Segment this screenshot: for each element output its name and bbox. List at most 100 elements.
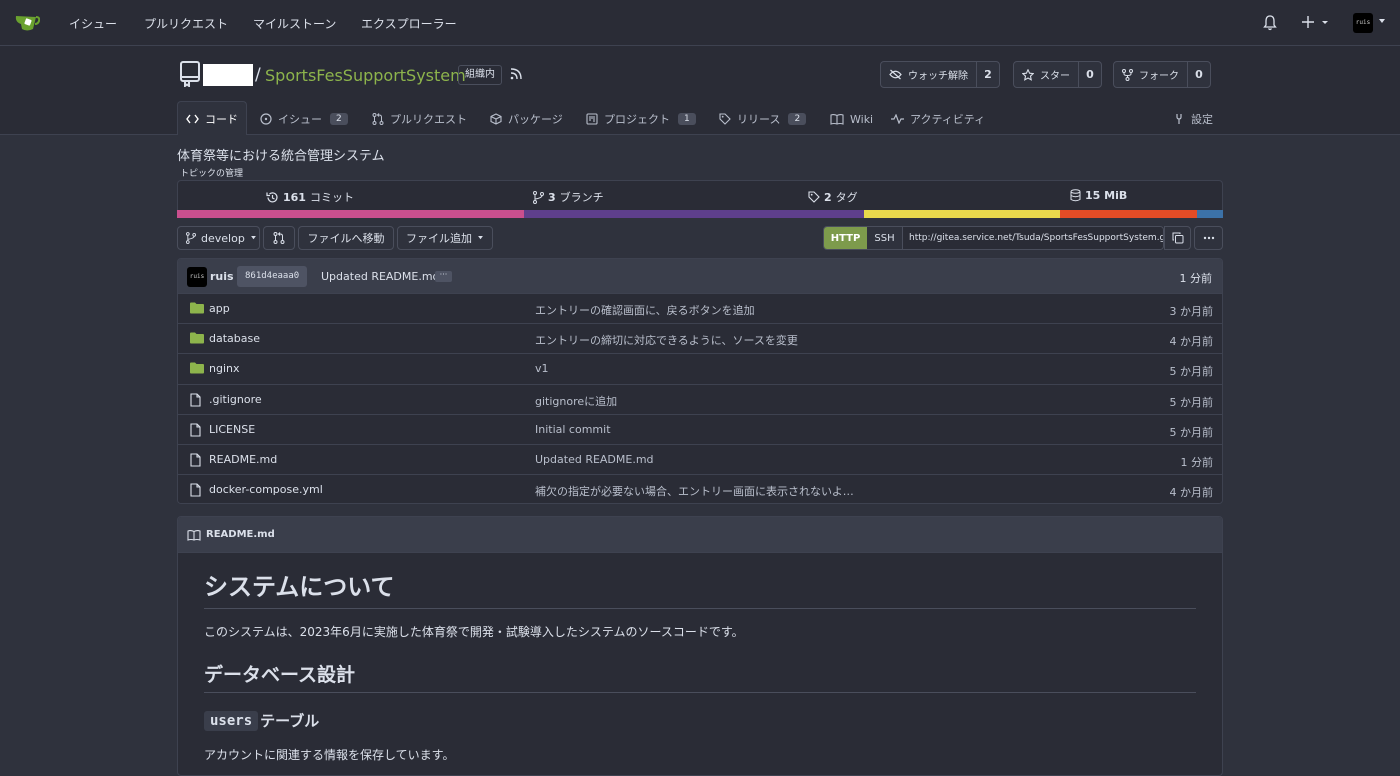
tab-packages[interactable]: パッケージ bbox=[490, 104, 563, 134]
file-commit-message[interactable]: エントリーの締切に対応できるように、ソースを変更 bbox=[535, 332, 798, 348]
visibility-badge: 組織内 bbox=[458, 65, 502, 85]
gitea-logo-icon[interactable] bbox=[14, 11, 40, 33]
pulse-icon bbox=[891, 114, 904, 124]
tab-pull-requests-label: プルリクエスト bbox=[390, 113, 467, 126]
add-file-button[interactable]: ファイル追加 bbox=[397, 226, 493, 250]
http-toggle[interactable]: HTTP bbox=[824, 227, 867, 249]
commit-author[interactable]: ruis bbox=[210, 270, 234, 283]
nav-milestones[interactable]: マイルストーン bbox=[253, 15, 336, 32]
tab-activity[interactable]: アクティビティ bbox=[891, 104, 985, 134]
file-name[interactable]: database bbox=[209, 332, 260, 345]
nav-pull-requests[interactable]: プルリクエスト bbox=[144, 15, 228, 32]
star-count[interactable]: 0 bbox=[1079, 62, 1101, 87]
tab-packages-label: パッケージ bbox=[508, 113, 563, 126]
file-name[interactable]: app bbox=[209, 302, 230, 315]
file-row[interactable]: .gitignore gitignoreに追加 5 か月前 bbox=[178, 384, 1222, 415]
tab-issues-count: 2 bbox=[330, 113, 348, 125]
commit-author-avatar[interactable]: ruis bbox=[187, 267, 207, 287]
compare-button[interactable] bbox=[263, 226, 295, 250]
bell-icon[interactable] bbox=[1263, 15, 1277, 31]
tab-wiki[interactable]: Wiki bbox=[830, 104, 873, 134]
file-name[interactable]: nginx bbox=[209, 362, 240, 375]
tab-pull-requests[interactable]: プルリクエスト bbox=[372, 104, 467, 134]
book-icon bbox=[187, 529, 201, 541]
language-segment[interactable] bbox=[864, 210, 1060, 218]
file-row[interactable]: database エントリーの締切に対応できるように、ソースを変更 4 か月前 bbox=[178, 324, 1222, 355]
commit-sha[interactable]: 861d4eaaa0 bbox=[237, 266, 308, 287]
file-commit-message[interactable]: Updated README.md bbox=[535, 453, 654, 466]
fork-button[interactable]: フォーク bbox=[1114, 62, 1188, 87]
star-label: スター bbox=[1040, 71, 1070, 82]
repo-name[interactable]: SportsFesSupportSystem bbox=[265, 66, 466, 85]
file-name[interactable]: .gitignore bbox=[209, 393, 262, 406]
file-icon bbox=[190, 453, 201, 467]
create-menu-plus-icon[interactable] bbox=[1302, 15, 1330, 29]
tags-stat[interactable]: 2 タグ bbox=[808, 189, 858, 205]
commit-message[interactable]: Updated README.md bbox=[321, 270, 440, 283]
clone-url-input[interactable]: http://gitea.service.net/Tsuda/SportsFes… bbox=[903, 227, 1163, 249]
file-name[interactable]: README.md bbox=[209, 453, 277, 466]
repo-owner[interactable] bbox=[203, 64, 253, 86]
book-icon bbox=[830, 113, 844, 125]
nav-issues[interactable]: イシュー bbox=[69, 15, 117, 32]
language-bar[interactable] bbox=[177, 210, 1223, 218]
tab-code[interactable]: コード bbox=[177, 101, 247, 135]
language-segment[interactable] bbox=[177, 210, 525, 218]
file-row[interactable]: nginx v1 5 か月前 bbox=[178, 354, 1222, 385]
file-commit-message[interactable]: Initial commit bbox=[535, 423, 611, 436]
file-icon bbox=[190, 423, 201, 437]
tab-wiki-label: Wiki bbox=[850, 112, 874, 126]
tags-label: タグ bbox=[835, 191, 858, 204]
language-segment[interactable] bbox=[1196, 210, 1223, 218]
language-segment[interactable] bbox=[524, 210, 865, 218]
readme-filename[interactable]: README.md bbox=[206, 529, 275, 540]
unwatch-button[interactable]: ウォッチ解除 bbox=[881, 62, 977, 87]
manage-topics-link[interactable]: トピックの管理 bbox=[180, 166, 243, 179]
size-stat: 15 MiB bbox=[1070, 189, 1127, 202]
tab-releases[interactable]: リリース 2 bbox=[719, 104, 807, 134]
file-commit-time: 3 か月前 bbox=[1169, 305, 1214, 318]
copy-url-button[interactable] bbox=[1164, 226, 1191, 250]
rss-icon[interactable] bbox=[510, 68, 522, 80]
file-row[interactable]: app エントリーの確認画面に、戻るボタンを追加 3 か月前 bbox=[178, 294, 1222, 325]
tab-projects[interactable]: プロジェクト 1 bbox=[586, 104, 696, 134]
fork-count[interactable]: 0 bbox=[1188, 62, 1210, 87]
file-commit-message[interactable]: エントリーの確認画面に、戻るボタンを追加 bbox=[535, 302, 755, 318]
file-commit-time: 4 か月前 bbox=[1169, 335, 1214, 349]
user-avatar[interactable]: ruis bbox=[1353, 13, 1373, 33]
chevron-down-icon[interactable] bbox=[1378, 19, 1386, 24]
file-name[interactable]: LICENSE bbox=[209, 423, 255, 436]
tab-issues[interactable]: イシュー 2 bbox=[260, 104, 348, 134]
nav-explore[interactable]: エクスプローラー bbox=[361, 15, 457, 32]
code-icon bbox=[186, 114, 199, 124]
readme-paragraph-2: アカウントに関連する情報を保存しています。 bbox=[204, 748, 455, 762]
branches-stat[interactable]: 3 ブランチ bbox=[533, 189, 604, 205]
readme-heading-1: システムについて bbox=[204, 567, 1196, 609]
file-name[interactable]: docker-compose.yml bbox=[209, 483, 323, 496]
branch-selector[interactable]: develop bbox=[177, 226, 260, 250]
branches-count: 3 bbox=[548, 190, 556, 204]
tab-releases-count: 2 bbox=[788, 113, 807, 125]
file-commit-message[interactable]: gitignoreに追加 bbox=[535, 393, 617, 409]
branches-label: ブランチ bbox=[559, 191, 604, 204]
file-row[interactable]: LICENSE Initial commit 5 か月前 bbox=[178, 414, 1222, 445]
readme-paragraph: このシステムは、2023年6月に実施した体育祭で開発・試験導入したシステムのソー… bbox=[204, 625, 744, 639]
file-icon bbox=[190, 483, 201, 497]
star-button-group: スター 0 bbox=[1013, 61, 1102, 88]
commit-expand-button[interactable]: ··· bbox=[435, 271, 452, 282]
tab-issues-label: イシュー bbox=[278, 113, 322, 126]
file-commit-message[interactable]: v1 bbox=[535, 362, 549, 375]
watch-count[interactable]: 2 bbox=[977, 62, 999, 87]
ssh-toggle[interactable]: SSH bbox=[867, 227, 903, 249]
file-row[interactable]: README.md Updated README.md 1 分前 bbox=[178, 444, 1222, 476]
more-options-button[interactable] bbox=[1194, 226, 1223, 250]
file-commit-message[interactable]: 補欠の指定が必要ない場合、エントリー画面に表示されないよ… bbox=[535, 483, 854, 499]
tab-settings[interactable]: 設定 bbox=[1173, 104, 1213, 134]
watch-button-group: ウォッチ解除 2 bbox=[880, 61, 1000, 88]
language-segment[interactable] bbox=[1059, 210, 1197, 218]
goto-file-button[interactable]: ファイルへ移動 bbox=[298, 226, 394, 250]
commits-stat[interactable]: 161 コミット bbox=[266, 189, 354, 205]
star-button[interactable]: スター bbox=[1014, 62, 1079, 87]
unwatch-label: ウォッチ解除 bbox=[908, 71, 968, 82]
file-row[interactable]: docker-compose.yml 補欠の指定が必要ない場合、エントリー画面に表… bbox=[178, 475, 1222, 503]
